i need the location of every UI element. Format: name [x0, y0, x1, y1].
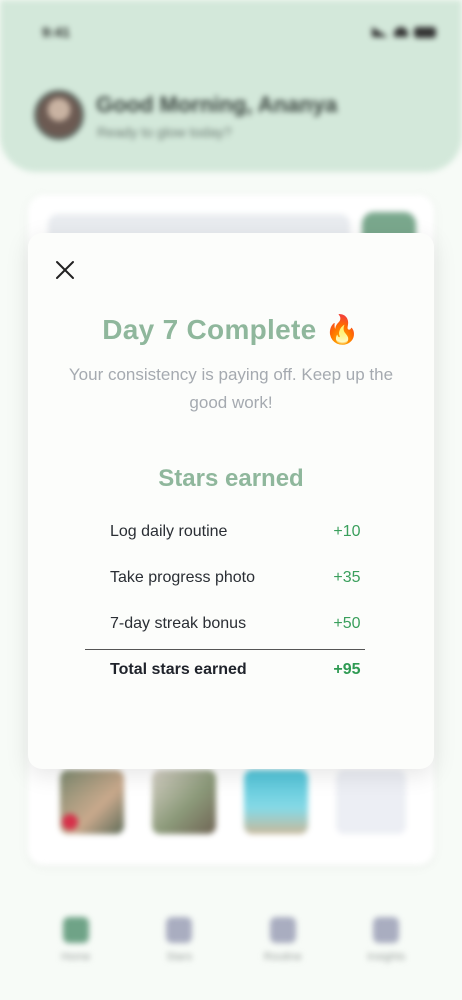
modal-title: Day 7 Complete 🔥	[28, 313, 434, 346]
modal-title-text: Day 7 Complete	[102, 314, 317, 345]
add-photo-thumb[interactable]	[336, 770, 406, 834]
avatar[interactable]	[34, 90, 84, 140]
divider	[85, 649, 365, 650]
grid-icon	[269, 917, 296, 943]
greeting-title: Good Morning, Ananya	[96, 92, 338, 117]
nav-label: Insights	[367, 951, 406, 963]
stars-row-label: Log daily routine	[110, 523, 228, 540]
total-points: +95	[333, 661, 361, 678]
signal-icon	[372, 27, 388, 37]
stars-earned-heading: Stars earned	[158, 465, 304, 492]
stars-row-label: Take progress photo	[110, 569, 255, 586]
stars-list: Log daily routine +10 Take progress phot…	[110, 509, 372, 647]
badge-dot	[62, 814, 78, 830]
stars-row: Log daily routine +10	[110, 509, 372, 555]
total-row: Total stars earned +95	[110, 661, 372, 679]
nav-item-stars[interactable]: Stars	[144, 917, 214, 963]
nav-item-routine[interactable]: Routine	[248, 917, 318, 963]
nav-label: Stars	[166, 951, 193, 963]
stars-row: 7-day streak bonus +50	[110, 601, 372, 647]
battery-icon	[414, 26, 436, 38]
stars-row-points: +10	[333, 523, 361, 540]
status-bar: 9:41	[0, 0, 462, 64]
bottom-nav: Home Stars Routine Insights	[0, 895, 462, 1000]
progress-photo-thumb[interactable]	[152, 770, 216, 834]
screen: 9:41 Good Morning, Ananya Ready to glow …	[0, 0, 462, 1000]
plus-icon	[373, 917, 400, 943]
stars-row-points: +50	[333, 615, 361, 632]
home-icon	[62, 917, 89, 943]
total-label: Total stars earned	[110, 661, 247, 678]
star-icon	[166, 917, 193, 943]
nav-label: Home	[61, 951, 91, 963]
stars-row: Take progress photo +35	[110, 555, 372, 601]
close-icon	[56, 261, 74, 279]
greeting-subtitle: Ready to glow today?	[97, 124, 232, 140]
close-button[interactable]	[52, 257, 78, 283]
status-time: 9:41	[42, 24, 71, 40]
wifi-icon	[394, 27, 408, 37]
stars-row-label: 7-day streak bonus	[110, 615, 247, 632]
modal-subtitle: Your consistency is paying off. Keep up …	[68, 365, 394, 412]
nav-label: Routine	[263, 951, 302, 963]
nav-item-home[interactable]: Home	[41, 917, 111, 963]
status-icons	[372, 26, 436, 38]
stars-row-points: +35	[333, 569, 361, 586]
day-complete-modal: Day 7 Complete 🔥 Your consistency is pay…	[28, 233, 434, 769]
nav-item-insights[interactable]: Insights	[351, 917, 421, 963]
fire-icon: 🔥	[324, 314, 360, 345]
progress-photo-thumb[interactable]	[244, 770, 308, 834]
